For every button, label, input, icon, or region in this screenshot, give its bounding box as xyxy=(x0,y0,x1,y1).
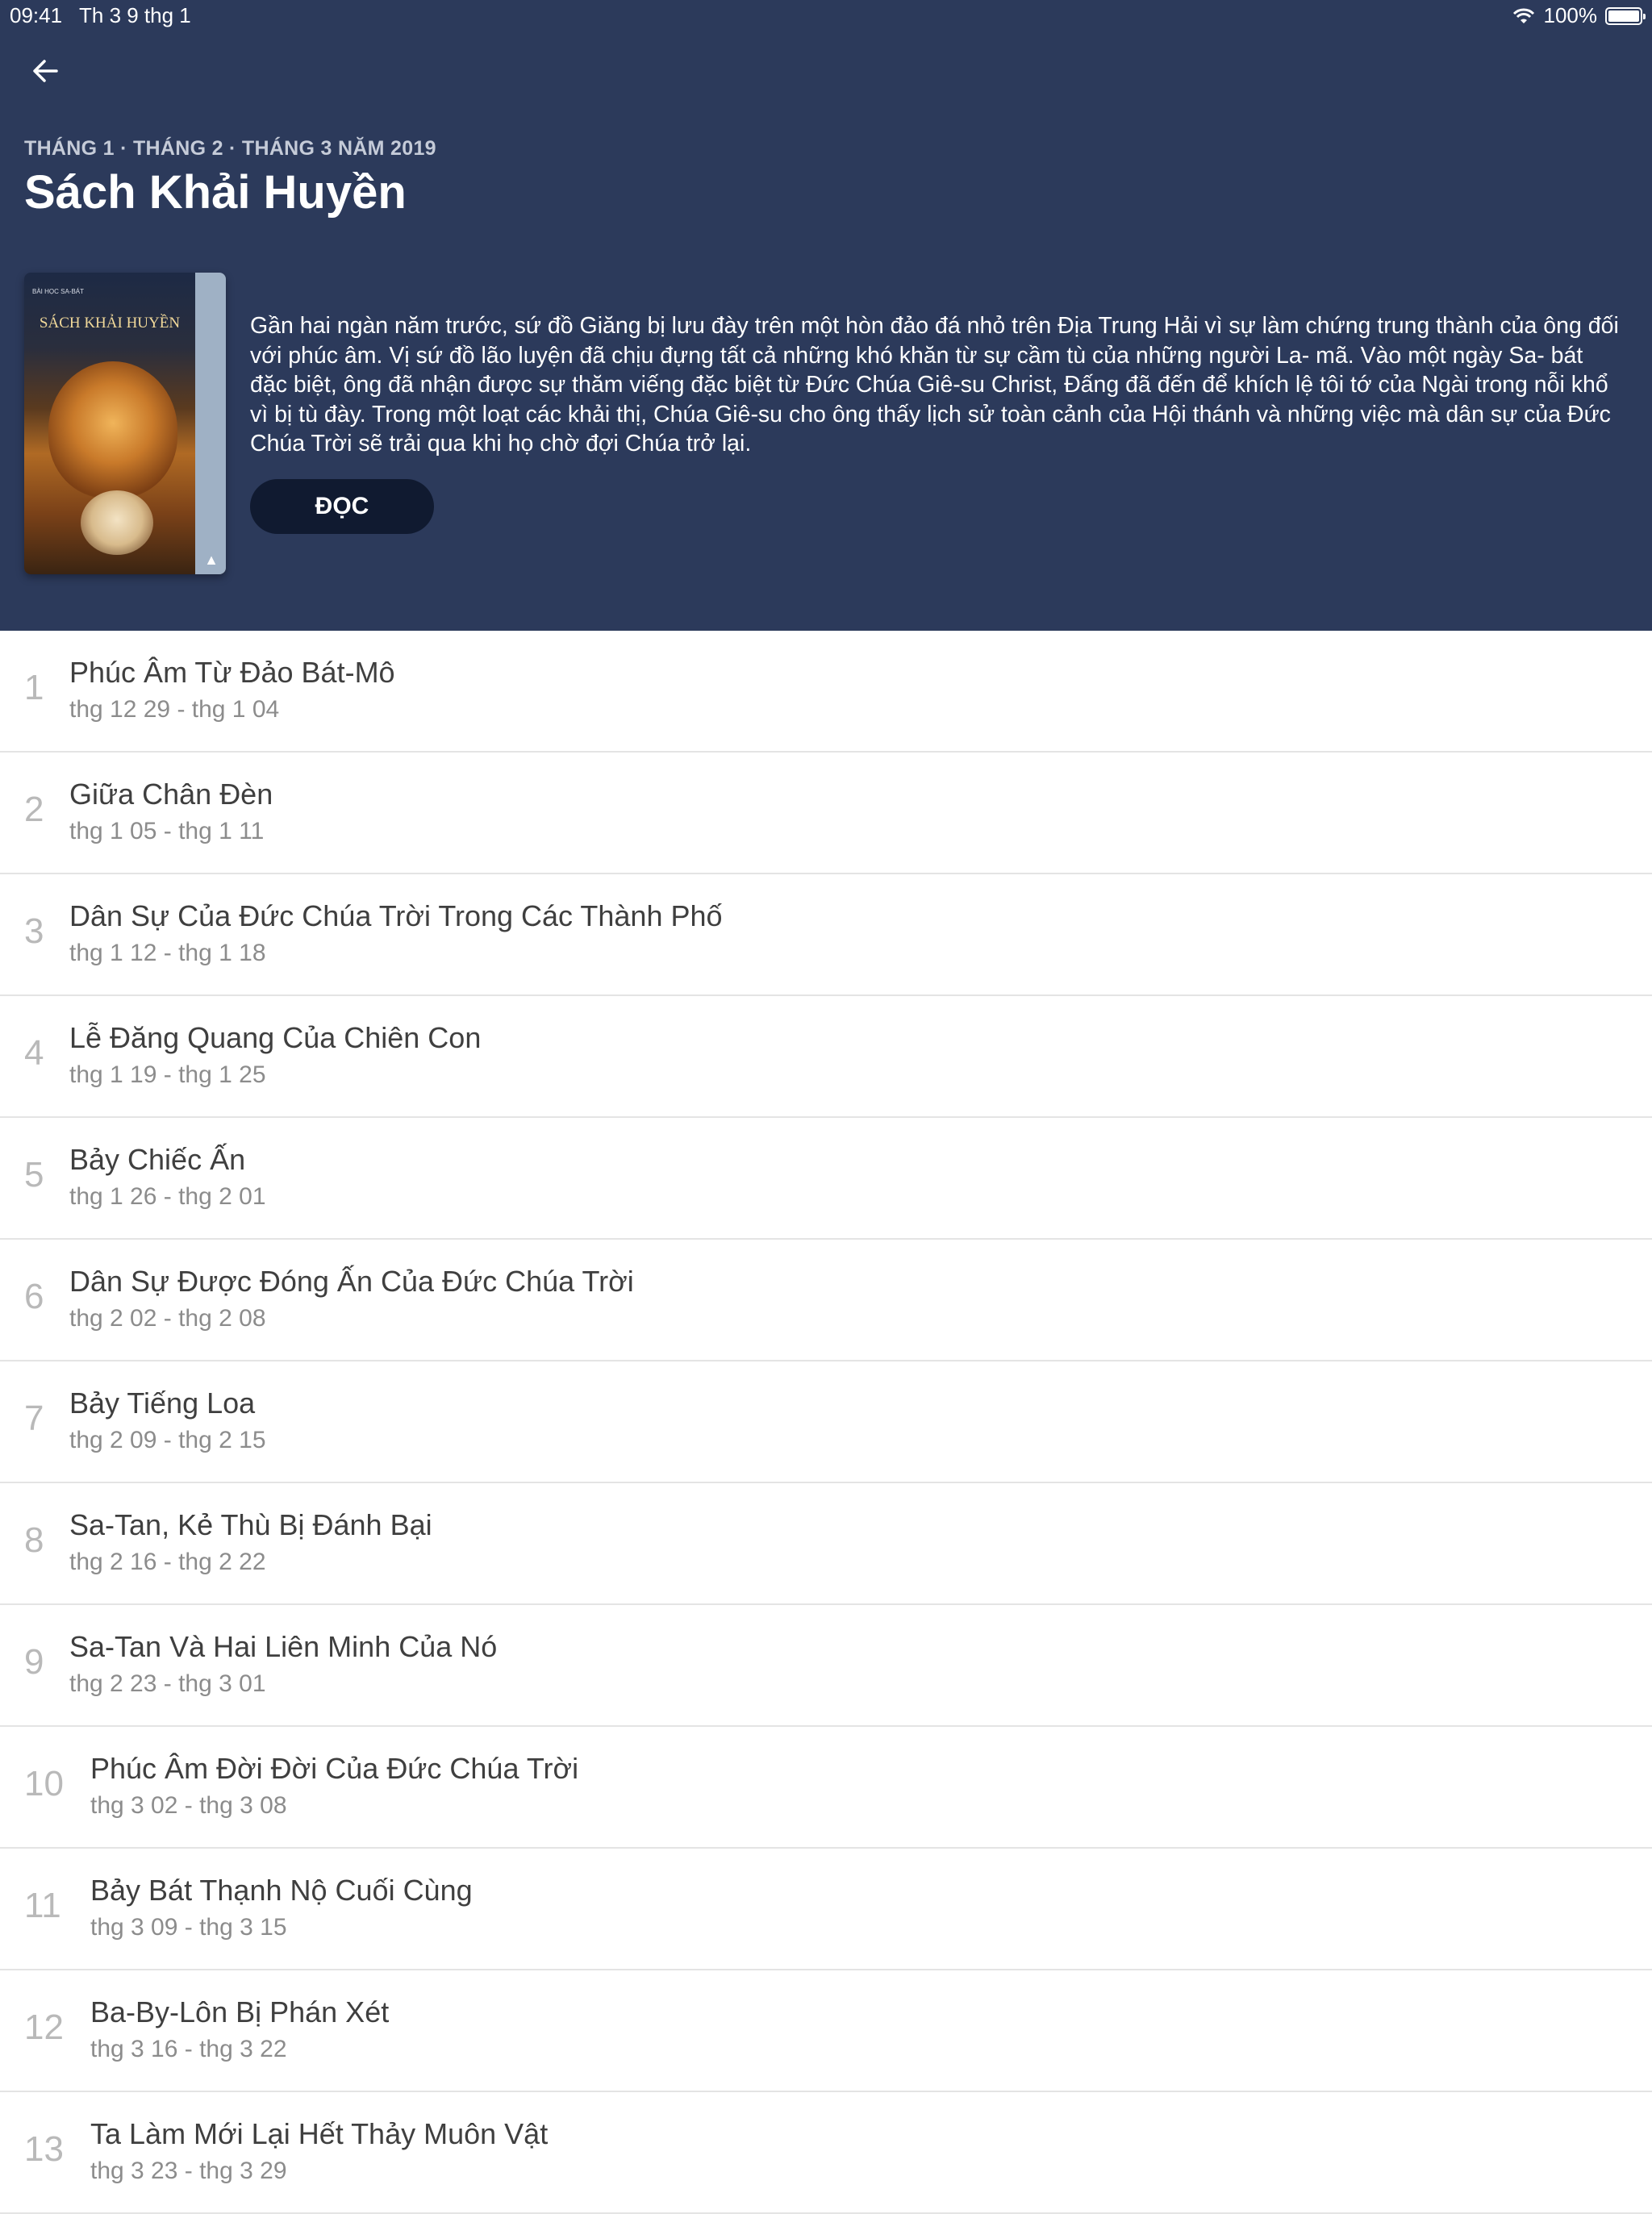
lesson-list: 1 Phúc Âm Từ Đảo Bát-Mô thg 12 29 - thg … xyxy=(0,631,1652,2214)
book-cover: BÀI HỌC SA-BÁT SÁCH KHẢI HUYỀN ▲ xyxy=(24,273,226,574)
quarterly-header: 09:41 Th 3 9 thg 1 100% THÁNG 1 · THÁNG … xyxy=(0,0,1652,631)
lesson-row-6[interactable]: 6 Dân Sự Được Đóng Ấn Của Đức Chúa Trời … xyxy=(0,1240,1652,1361)
lesson-number: 3 xyxy=(24,911,44,951)
lesson-row-4[interactable]: 4 Lễ Đăng Quang Của Chiên Con thg 1 19 -… xyxy=(0,996,1652,1118)
battery-percent: 100% xyxy=(1543,3,1598,27)
lion-illustration xyxy=(48,361,177,498)
lesson-dates: thg 2 16 - thg 2 22 xyxy=(69,1549,266,1575)
page-title: Sách Khải Huyền xyxy=(24,166,407,219)
lesson-row-5[interactable]: 5 Bảy Chiếc Ấn thg 1 26 - thg 2 01 xyxy=(0,1118,1652,1240)
lesson-dates: thg 2 02 - thg 2 08 xyxy=(69,1305,266,1332)
lesson-row-1[interactable]: 1 Phúc Âm Từ Đảo Bát-Mô thg 12 29 - thg … xyxy=(0,631,1652,753)
cover-title: SÁCH KHẢI HUYỀN xyxy=(39,315,181,331)
lesson-dates: thg 3 02 - thg 3 08 xyxy=(90,1792,287,1819)
lesson-row-11[interactable]: 11 Bảy Bát Thạnh Nộ Cuối Cùng thg 3 09 -… xyxy=(0,1849,1652,1970)
status-right: 100% xyxy=(1512,3,1646,28)
lesson-body: Sa-Tan Và Hai Liên Minh Của Nó thg 2 23 … xyxy=(69,1629,497,1699)
lesson-number: 12 xyxy=(24,2008,64,2047)
flame-logo-icon: ▲ xyxy=(204,552,219,568)
cover-publisher: BÀI HỌC SA-BÁT xyxy=(32,288,85,295)
lesson-title: Sa-Tan Và Hai Liên Minh Của Nó xyxy=(69,1630,498,1663)
lesson-dates: thg 3 16 - thg 3 22 xyxy=(90,2036,287,2062)
lesson-title: Giữa Chân Đèn xyxy=(69,778,273,811)
lesson-number: 10 xyxy=(24,1764,64,1803)
lesson-body: Ba-By-Lôn Bị Phán Xét thg 3 16 - thg 3 2… xyxy=(90,1995,389,2064)
lesson-number: 9 xyxy=(24,1642,44,1682)
lesson-row-2[interactable]: 2 Giữa Chân Đèn thg 1 05 - thg 1 11 xyxy=(0,753,1652,874)
lesson-title: Bảy Tiếng Loa xyxy=(69,1386,256,1420)
lesson-title: Phúc Âm Đời Đời Của Đức Chúa Trời xyxy=(90,1752,579,1785)
lesson-body: Dân Sự Của Đức Chúa Trời Trong Các Thành… xyxy=(69,899,723,968)
lesson-dates: thg 3 09 - thg 3 15 xyxy=(90,1914,287,1941)
lesson-body: Bảy Bát Thạnh Nộ Cuối Cùng thg 3 09 - th… xyxy=(90,1873,473,1942)
lesson-dates: thg 1 05 - thg 1 11 xyxy=(69,818,265,844)
lesson-number: 5 xyxy=(24,1155,44,1195)
lesson-row-3[interactable]: 3 Dân Sự Của Đức Chúa Trời Trong Các Thà… xyxy=(0,874,1652,996)
lesson-title: Phúc Âm Từ Đảo Bát-Mô xyxy=(69,656,395,689)
lesson-body: Lễ Đăng Quang Của Chiên Con thg 1 19 - t… xyxy=(69,1020,481,1090)
lesson-body: Dân Sự Được Đóng Ấn Của Đức Chúa Trời th… xyxy=(69,1264,634,1333)
back-button[interactable] xyxy=(23,50,68,95)
lesson-row-10[interactable]: 10 Phúc Âm Đời Đời Của Đức Chúa Trời thg… xyxy=(0,1727,1652,1849)
lesson-dates: thg 2 09 - thg 2 15 xyxy=(69,1427,266,1453)
quarter-description: Gần hai ngàn năm trước, sứ đồ Giăng bị l… xyxy=(250,313,1619,457)
lesson-number: 7 xyxy=(24,1399,44,1438)
lesson-title: Dân Sự Được Đóng Ấn Của Đức Chúa Trời xyxy=(69,1265,634,1298)
lesson-body: Bảy Tiếng Loa thg 2 09 - thg 2 15 xyxy=(69,1386,266,1455)
lesson-title: Dân Sự Của Đức Chúa Trời Trong Các Thành… xyxy=(69,899,723,932)
lesson-title: Bảy Bát Thạnh Nộ Cuối Cùng xyxy=(90,1874,473,1907)
lesson-title: Ba-By-Lôn Bị Phán Xét xyxy=(90,1995,390,2028)
lesson-number: 1 xyxy=(24,668,44,707)
lesson-number: 6 xyxy=(24,1277,44,1316)
quarter-dates: THÁNG 1 · THÁNG 2 · THÁNG 3 NĂM 2019 xyxy=(24,137,436,160)
lesson-number: 11 xyxy=(24,1886,61,1925)
lesson-number: 13 xyxy=(24,2129,64,2169)
lesson-number: 4 xyxy=(24,1033,44,1073)
lesson-dates: thg 3 23 - thg 3 29 xyxy=(90,2158,287,2184)
status-time: 09:41 xyxy=(10,3,63,27)
lesson-row-7[interactable]: 7 Bảy Tiếng Loa thg 2 09 - thg 2 15 xyxy=(0,1361,1652,1483)
lesson-body: Phúc Âm Đời Đời Của Đức Chúa Trời thg 3 … xyxy=(90,1751,578,1820)
lesson-title: Bảy Chiếc Ấn xyxy=(69,1143,246,1176)
wifi-icon xyxy=(1512,6,1536,26)
lesson-row-9[interactable]: 9 Sa-Tan Và Hai Liên Minh Của Nó thg 2 2… xyxy=(0,1605,1652,1727)
lesson-row-8[interactable]: 8 Sa-Tan, Kẻ Thù Bị Đánh Bại thg 2 16 - … xyxy=(0,1483,1652,1605)
lesson-title: Lễ Đăng Quang Của Chiên Con xyxy=(69,1021,482,1054)
lesson-body: Sa-Tan, Kẻ Thù Bị Đánh Bại thg 2 16 - th… xyxy=(69,1507,432,1577)
lesson-number: 2 xyxy=(24,790,44,829)
lesson-body: Ta Làm Mới Lại Hết Thảy Muôn Vật thg 3 2… xyxy=(90,2116,548,2186)
lesson-body: Bảy Chiếc Ấn thg 1 26 - thg 2 01 xyxy=(69,1142,266,1211)
status-bar: 09:41 Th 3 9 thg 1 100% xyxy=(0,0,1652,32)
lamb-illustration xyxy=(81,490,153,555)
lesson-dates: thg 12 29 - thg 1 04 xyxy=(69,696,280,723)
lesson-dates: thg 2 23 - thg 3 01 xyxy=(69,1670,266,1697)
lesson-number: 8 xyxy=(24,1520,44,1560)
arrow-left-icon xyxy=(31,56,60,90)
lesson-row-12[interactable]: 12 Ba-By-Lôn Bị Phán Xét thg 3 16 - thg … xyxy=(0,1970,1652,2092)
lesson-title: Sa-Tan, Kẻ Thù Bị Đánh Bại xyxy=(69,1508,432,1541)
lesson-dates: thg 1 19 - thg 1 25 xyxy=(69,1061,266,1088)
lesson-dates: thg 1 12 - thg 1 18 xyxy=(69,940,266,966)
lesson-title: Ta Làm Mới Lại Hết Thảy Muôn Vật xyxy=(90,2117,549,2150)
read-button[interactable]: ĐỌC xyxy=(250,479,434,534)
lesson-dates: thg 1 26 - thg 2 01 xyxy=(69,1183,266,1210)
lesson-body: Phúc Âm Từ Đảo Bát-Mô thg 12 29 - thg 1 … xyxy=(69,655,395,724)
battery-icon xyxy=(1605,6,1646,25)
cover-spine xyxy=(195,273,226,574)
lesson-body: Giữa Chân Đèn thg 1 05 - thg 1 11 xyxy=(69,777,273,846)
lesson-row-13[interactable]: 13 Ta Làm Mới Lại Hết Thảy Muôn Vật thg … xyxy=(0,2092,1652,2214)
status-date: Th 3 9 thg 1 xyxy=(79,3,191,27)
